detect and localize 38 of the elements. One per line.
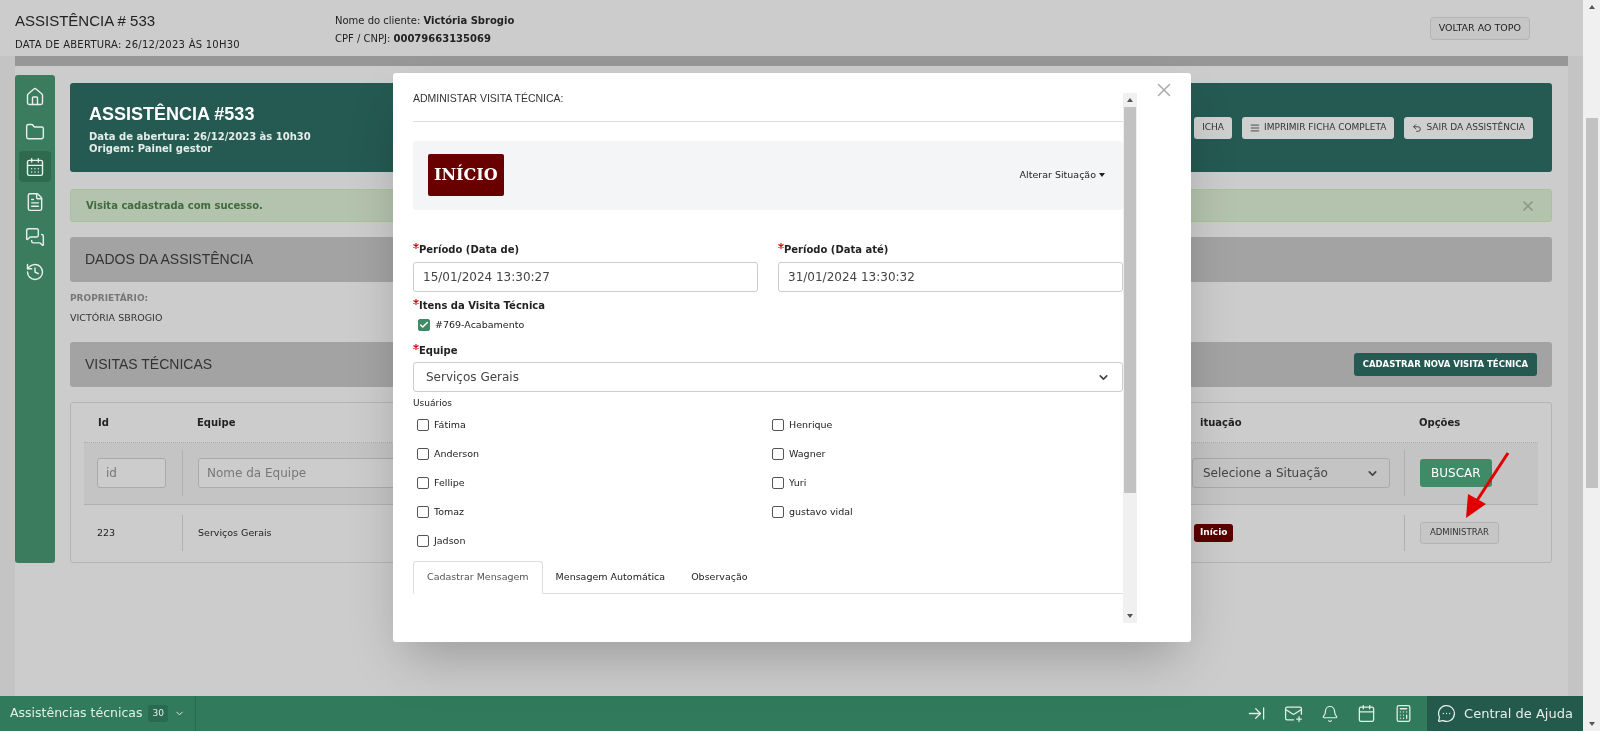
modal-title: ADMINISTAR VISITA TÉCNICA:	[413, 91, 1123, 122]
field-label: Usuários	[413, 397, 453, 410]
checkbox-label: Tomaz	[434, 504, 465, 519]
status-badge: INÍCIO	[428, 154, 504, 197]
client-cpf: CPF / CNPJ: 00079663135069	[335, 32, 492, 46]
page-title: ASSISTÊNCIA # 533	[15, 11, 157, 31]
column-header: Id	[98, 416, 109, 428]
owner-label: PROPRIETÁRIO:	[70, 292, 149, 305]
checkbox-label: Fellipe	[434, 475, 465, 490]
service-title: ASSISTÊNCIA #533	[89, 102, 256, 126]
field-label: Período (Data de)	[413, 241, 758, 257]
checkbox-label: Yuri	[789, 475, 807, 490]
service-origin: Origem: Painel gestor	[89, 143, 214, 155]
column-header: Equipe	[197, 416, 236, 428]
count-badge: 30	[148, 704, 168, 723]
status-badge: Início	[1194, 524, 1234, 542]
table-cell: Serviços Gerais	[198, 526, 272, 538]
column-header: ituação	[1200, 416, 1242, 428]
checkbox-label: gustavo vidal	[789, 504, 853, 519]
service-opening-date: Data de abertura: 26/12/2023 às 10h30	[89, 131, 312, 143]
bottom-bar-label: Assistências técnicas	[10, 704, 143, 723]
table-cell: 223	[97, 525, 116, 540]
checkbox-label: Henrique	[789, 417, 833, 432]
checkbox-label: Wagner	[789, 446, 826, 461]
checkbox-label: Anderson	[434, 446, 480, 461]
checkbox-label: Fátima	[434, 417, 466, 432]
checkbox-label: Jadson	[434, 533, 466, 548]
opening-date: DATA DE ABERTURA: 26/12/2023 ÀS 10H30	[15, 37, 241, 52]
field-label: Equipe	[413, 343, 1123, 358]
column-header: Opções	[1419, 416, 1461, 428]
owner-name: VICTÓRIA SBROGIO	[70, 310, 163, 325]
section-title: DADOS DA ASSISTÊNCIA	[85, 250, 254, 269]
field-label: Período (Data até)	[778, 241, 1123, 257]
field-label: Itens da Visita Técnica	[413, 297, 1123, 313]
section-title: VISITAS TÉCNICAS	[85, 354, 214, 374]
client-name: Nome do cliente: Victória Sbrogio	[335, 14, 515, 28]
alert-message: Visita cadastrada com sucesso.	[86, 199, 264, 213]
checkbox-label: #769-Acabamento	[435, 317, 525, 332]
